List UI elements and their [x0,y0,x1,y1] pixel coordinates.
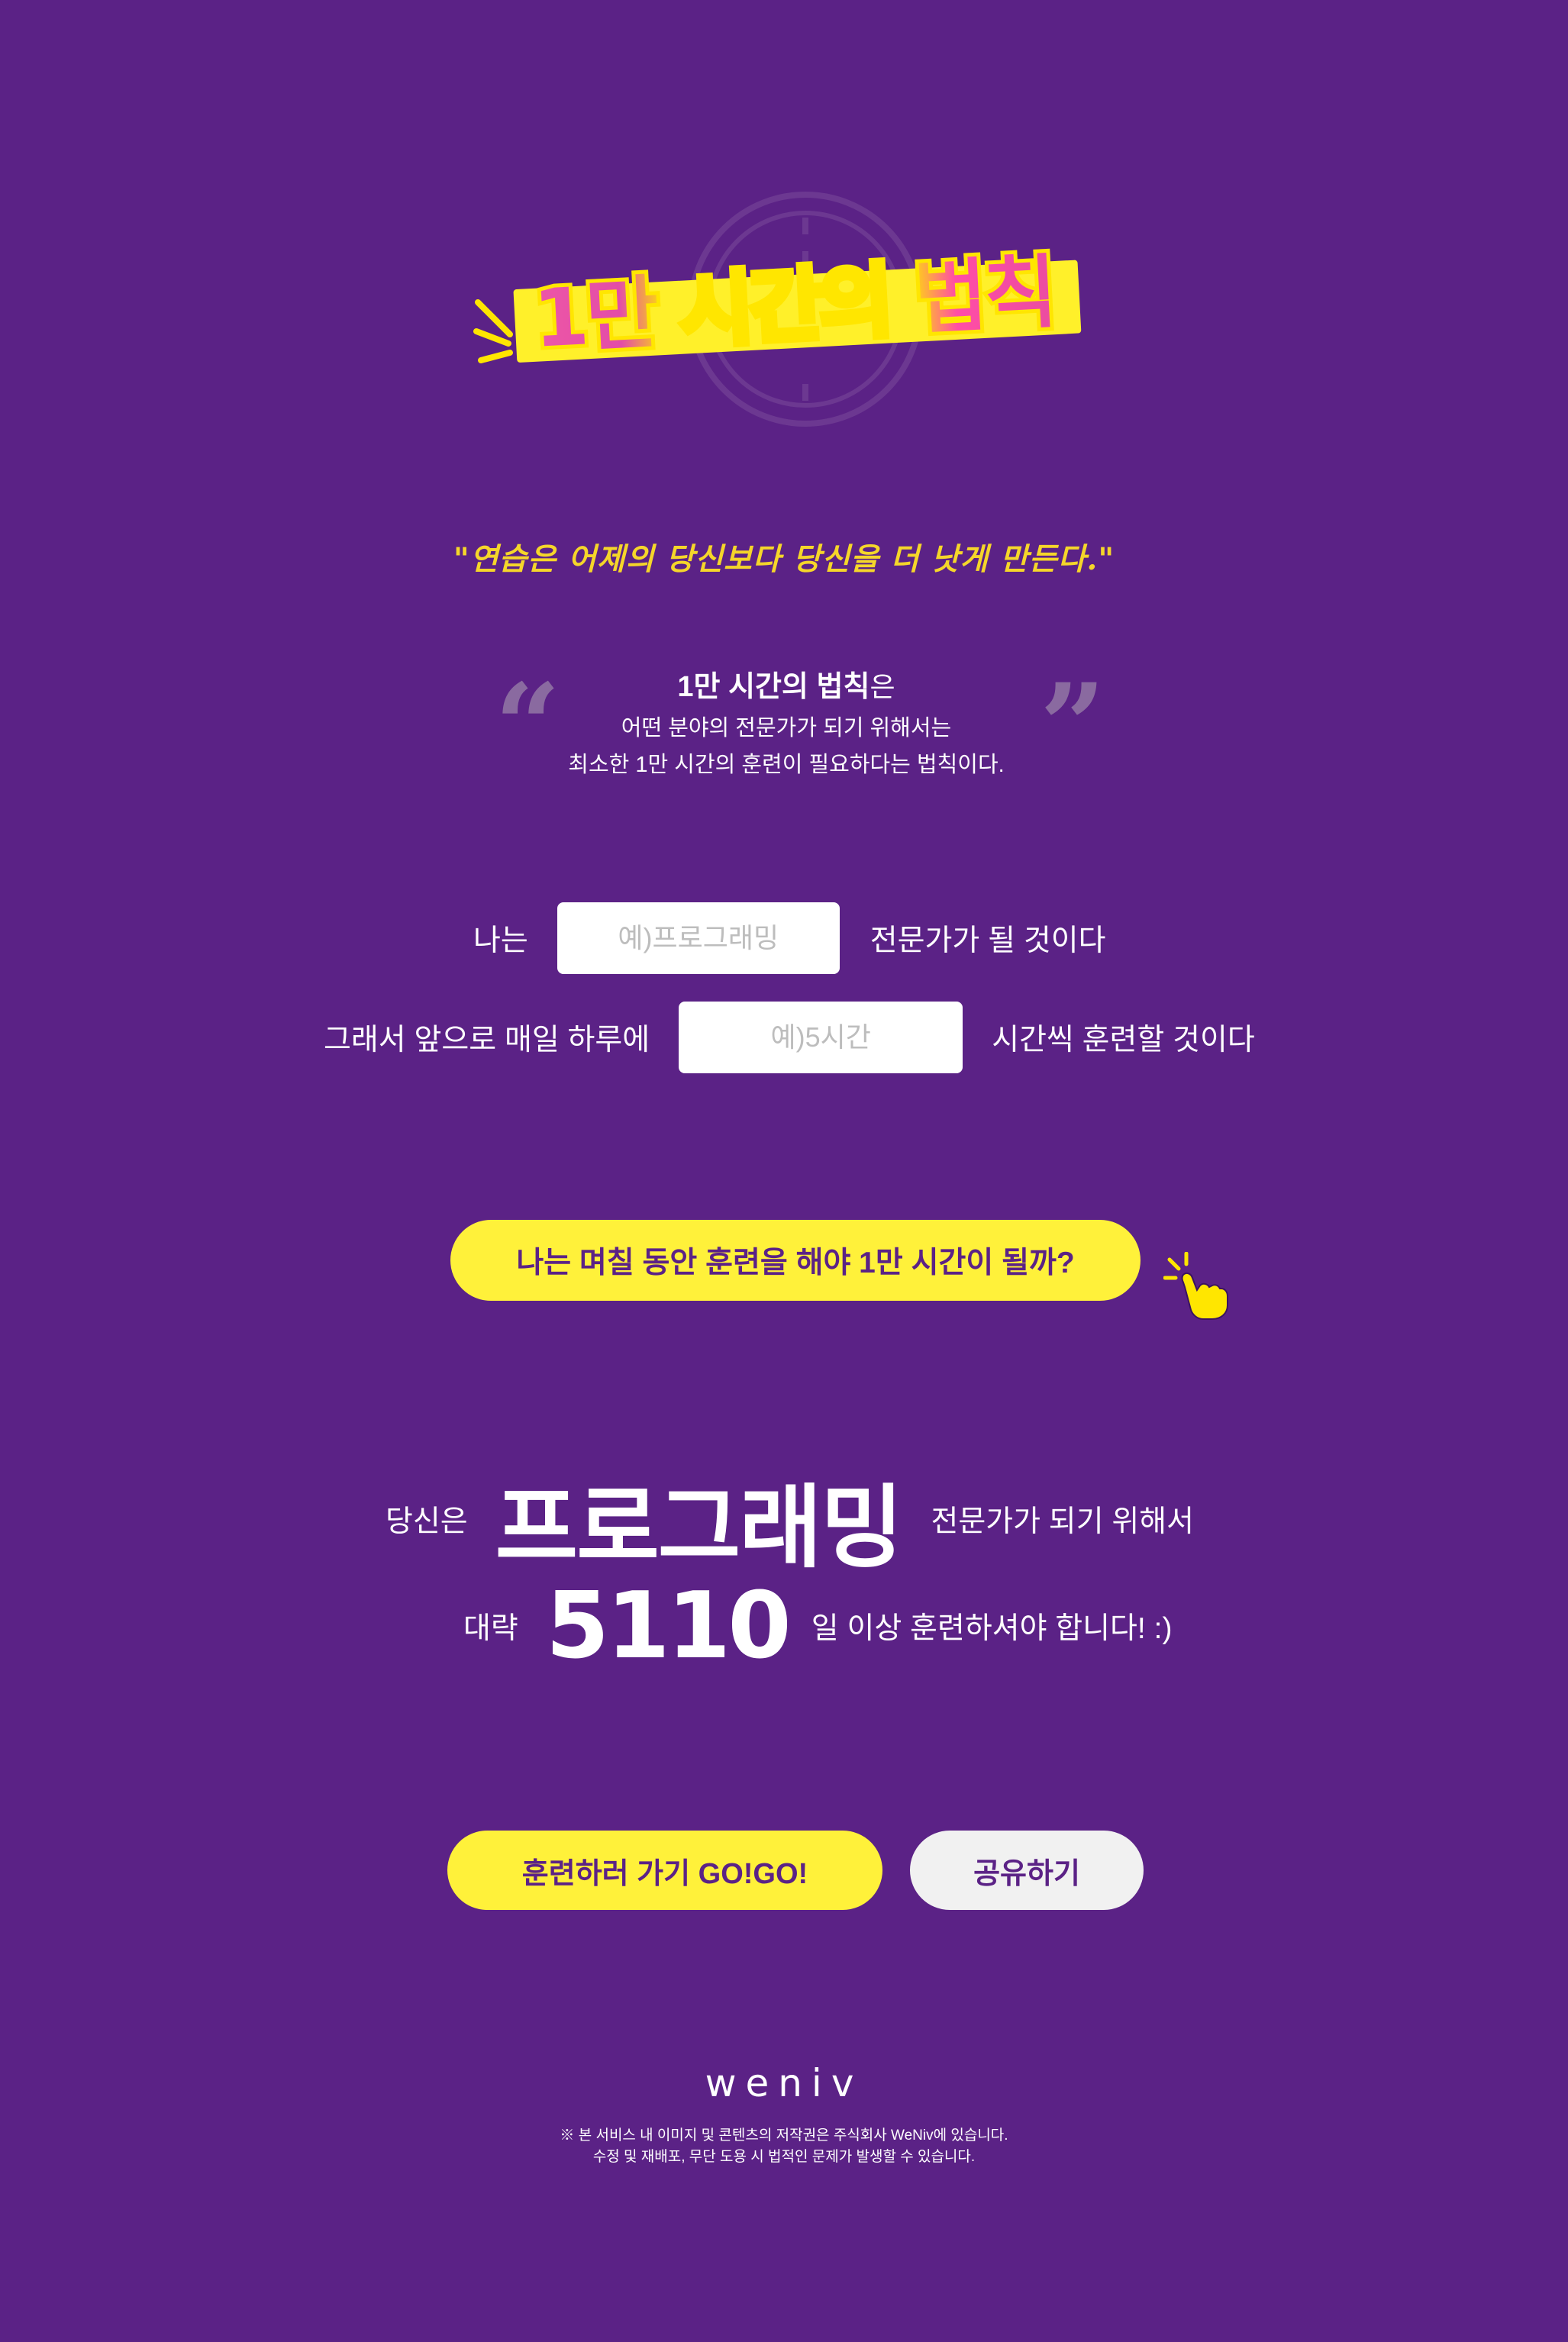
share-button[interactable]: 공유하기 [910,1831,1144,1910]
hours-input[interactable] [679,1002,963,1073]
calculate-button[interactable]: 나는 며칠 동안 훈련을 해야 1만 시간이 될까? [450,1220,1141,1301]
hours-prefix-label: 그래서 앞으로 매일 하루에 [324,1024,650,1056]
result-prefix-1: 당신은 [386,1505,468,1538]
rule-heading: 1만 시간의 법칙은 [534,664,1038,710]
motto-text: "연습은 어제의 당신보다 당신을 더 낫게 만든다." [453,541,1115,577]
field-form-row: 나는 전문가가 될 것이다 [473,902,1105,974]
field-input[interactable] [557,902,840,974]
close-quote-icon: ” [1040,659,1106,793]
result-line-2: 대략 5110 일 이상 훈련하셔야 합니다! :) [463,1573,1173,1679]
result-suffix-1: 전문가가 되기 위해서 [931,1505,1195,1538]
field-suffix-label: 전문가가 될 것이다 [869,924,1106,957]
field-prefix-label: 나는 [473,924,528,957]
result-prefix-2: 대략 [463,1612,518,1645]
pointing-hand-icon [1163,1252,1228,1320]
copyright-notice: ※ 본 서비스 내 이미지 및 콘텐츠의 저작권은 주식회사 WeNiv에 있습… [0,2125,1568,2168]
hours-suffix-label: 시간씩 훈련할 것이다 [992,1024,1255,1056]
result-line-1: 당신은 프로그래밍 전문가가 되기 위해서 [386,1466,1195,1580]
go-training-button[interactable]: 훈련하러 가기 GO!GO! [447,1831,882,1910]
weniv-logo[interactable]: weniv [0,2061,1568,2105]
rule-line-2: 어떤 분야의 전문가가 되기 위해서는 [621,716,952,740]
rule-line-3: 최소한 1만 시간의 훈련이 필요하다는 법칙이다. [568,753,1005,777]
rule-description: 1만 시간의 법칙은 어떤 분야의 전문가가 되기 위해서는 최소한 1만 시간… [534,664,1038,783]
page-title: 1만 시간의 법칙 [502,244,1086,366]
hours-form-row: 그래서 앞으로 매일 하루에 시간씩 훈련할 것이다 [324,1002,1255,1073]
copyright-line-1: ※ 본 서비스 내 이미지 및 콘텐츠의 저작권은 주식회사 WeNiv에 있습… [560,2127,1008,2144]
result-suffix-2: 일 이상 훈련하셔야 합니다! :) [811,1612,1173,1645]
result-days: 5110 [545,1573,792,1679]
result-field: 프로그래밍 [495,1474,904,1580]
rule-emphasis-suffix: 은 [869,671,895,702]
hero-title-logo: 1만 시간의 법칙 1만 시간의 법칙 [473,241,1099,382]
copyright-line-2: 수정 및 재배포, 무단 도용 시 법적인 문제가 발생할 수 있습니다. [592,2149,976,2165]
rule-emphasis: 1만 시간의 법칙 [677,671,870,703]
